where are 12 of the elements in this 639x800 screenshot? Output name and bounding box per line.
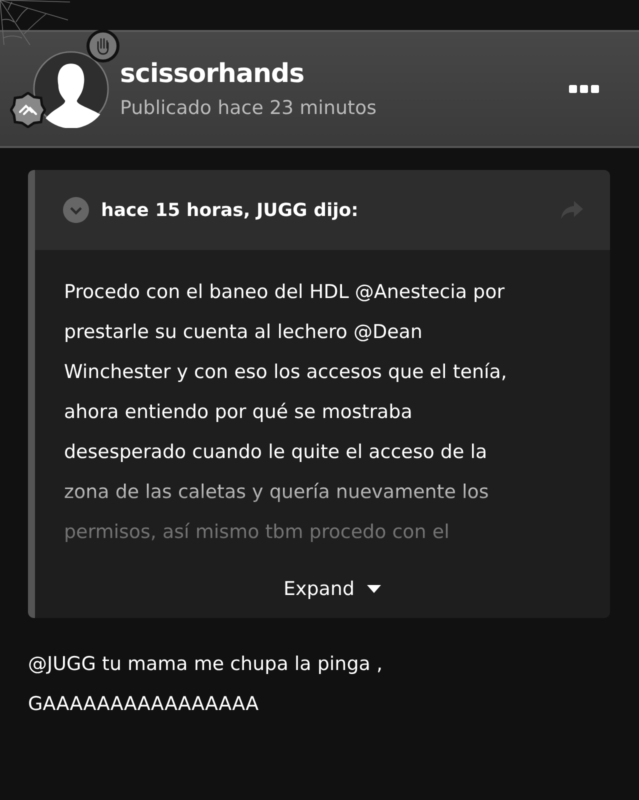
avatar-icon xyxy=(32,50,110,128)
post-text: @JUGG tu mama me chupa la pinga , GAAAAAAAAAAAAAAAA xyxy=(28,652,384,717)
author-name[interactable]: scissorhands xyxy=(120,59,569,89)
caret-icon xyxy=(366,585,381,593)
cobweb-drawing xyxy=(0,0,70,46)
quote-attribution: hace 15 horas, JUGG dijo: xyxy=(101,200,360,220)
hand-badge-icon xyxy=(86,29,120,63)
quote-text: Procedo con el baneo del HDL @Anestecia por prestarle su cuenta al lechero @Dean Winchester y con eso los accesos que el tenía, ahora entiendo por qué se mostraba desesperado cuando le quite el acceso de la zona de las caletas y quería nuevamente los permisos, así mismo tbm procedo con el xyxy=(64,280,508,545)
collapse-icon[interactable] xyxy=(63,197,89,223)
post-time: Publicado hace 23 minutos xyxy=(120,97,378,119)
expand-button[interactable]: Expand xyxy=(279,574,385,604)
more-options-icon[interactable] xyxy=(569,84,599,94)
